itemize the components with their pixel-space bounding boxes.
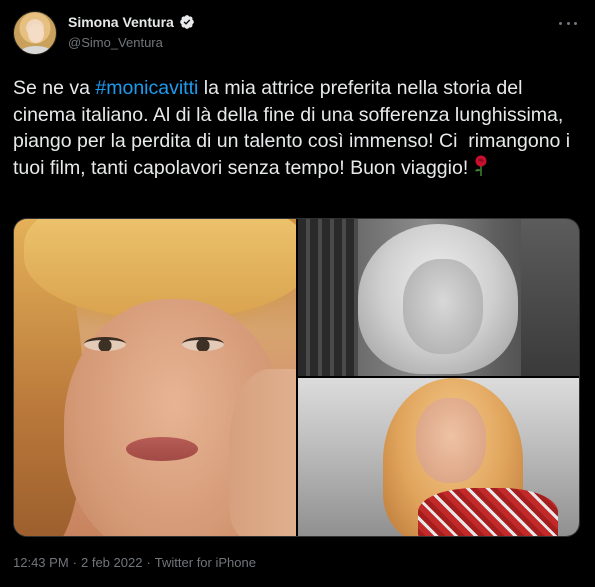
rose-icon <box>475 155 487 176</box>
tweet-source[interactable]: Twitter for iPhone <box>155 555 256 570</box>
tweet-metadata: 12:43 PM · 2 feb 2022 · Twitter for iPho… <box>13 555 256 570</box>
avatar-shirt <box>20 46 52 54</box>
tweet-text: Se ne va #monicavitti la mia attrice pre… <box>13 75 583 181</box>
verified-badge-icon <box>179 15 194 29</box>
display-name[interactable]: Simona Ventura <box>68 14 174 30</box>
media-grid <box>13 218 580 537</box>
author-handle[interactable]: @Simo_Ventura <box>68 35 163 50</box>
avatar[interactable] <box>13 11 57 55</box>
tweet-text-part: Se ne va <box>13 77 96 99</box>
tweet-time[interactable]: 12:43 PM <box>13 555 69 570</box>
meta-separator: · <box>146 555 151 570</box>
photo-black-and-white-portrait[interactable] <box>298 219 579 376</box>
hashtag-link[interactable]: #monicavitti <box>95 77 198 99</box>
avatar-face <box>28 24 44 43</box>
author-name-row: Simona Ventura <box>68 14 195 30</box>
photo-closeup-portrait[interactable] <box>14 219 296 536</box>
photo-color-portrait[interactable] <box>298 378 579 536</box>
meta-separator: · <box>72 555 77 570</box>
more-options-icon[interactable] <box>556 14 580 32</box>
tweet-card: Simona Ventura @Simo_Ventura Se ne va #m… <box>0 0 595 587</box>
tweet-date[interactable]: 2 feb 2022 <box>81 555 142 570</box>
